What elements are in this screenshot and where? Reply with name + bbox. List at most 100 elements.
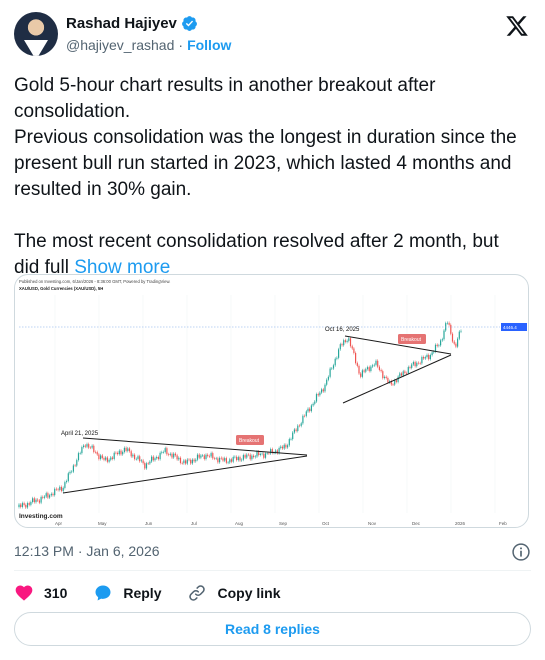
candle-body xyxy=(76,460,78,466)
candle-body xyxy=(270,449,272,454)
candle-body xyxy=(123,447,125,452)
x-tick-label: Aug xyxy=(235,521,244,526)
link-icon xyxy=(189,585,206,601)
candle-body xyxy=(108,459,110,462)
candle-body xyxy=(280,446,282,448)
candle-body xyxy=(249,454,251,460)
action-bar: 310 Reply Copy link xyxy=(14,580,307,606)
candle-body xyxy=(25,504,27,508)
current-price-label: 4446.4 xyxy=(503,325,517,330)
candle-body xyxy=(428,354,430,360)
candle-body xyxy=(370,366,372,371)
reply-icon xyxy=(95,585,111,601)
candle-body xyxy=(409,367,411,368)
candle-body xyxy=(83,445,85,448)
candle-body xyxy=(287,445,289,448)
candle-body xyxy=(334,358,336,366)
divider xyxy=(14,570,531,571)
tweet-timestamp[interactable]: 12:13 PM · Jan 6, 2026 xyxy=(14,543,160,559)
follow-button[interactable]: Follow xyxy=(187,37,231,53)
candle-body xyxy=(324,384,326,392)
candle-body xyxy=(179,457,182,463)
candle-body xyxy=(125,447,127,451)
candle-body xyxy=(317,394,319,396)
candle-body xyxy=(394,380,396,385)
author-handle[interactable]: @hajiyev_rashad xyxy=(66,37,174,53)
candle-body xyxy=(224,458,226,461)
candle-body xyxy=(268,453,270,454)
candle-body xyxy=(37,499,39,501)
candle-body xyxy=(132,454,134,457)
candle-body xyxy=(312,403,314,406)
candle-body xyxy=(355,352,357,364)
candle-body xyxy=(349,338,352,347)
candle-body xyxy=(208,455,210,457)
candle-body xyxy=(43,496,46,498)
x-tick-label: May xyxy=(98,521,107,526)
candle-body xyxy=(331,368,333,370)
candle-body xyxy=(137,456,139,459)
candle-body xyxy=(203,455,205,460)
candle-body xyxy=(411,364,413,368)
candle-body xyxy=(120,450,122,455)
candle-body xyxy=(378,366,380,370)
candle-body xyxy=(236,456,238,461)
candle-body xyxy=(424,357,426,359)
candle-body xyxy=(283,444,285,449)
candle-body xyxy=(247,454,250,456)
reply-button[interactable]: Reply xyxy=(93,583,161,603)
avatar[interactable] xyxy=(14,12,58,56)
candle-body xyxy=(399,373,401,377)
read-replies-button[interactable]: Read 8 replies xyxy=(14,612,531,646)
breakout-label-1: Breakout xyxy=(239,438,260,444)
candle-body xyxy=(256,451,258,457)
candle-body xyxy=(122,451,124,455)
candle-body xyxy=(195,459,197,462)
candle-body xyxy=(297,425,299,431)
candle-body xyxy=(81,447,83,454)
candle-body xyxy=(293,429,295,433)
candle-body xyxy=(59,486,61,490)
candle-body xyxy=(314,401,316,404)
candle-body xyxy=(202,455,204,457)
candle-body xyxy=(159,452,161,460)
candle-body xyxy=(145,463,148,469)
chart-image[interactable]: Published on Investing.com, 6/Jan/2026 -… xyxy=(14,274,529,528)
candle-body xyxy=(128,448,131,452)
candle-body xyxy=(91,445,93,448)
tweet-card: Rashad Hajiyev @hajiyev_rashad · Follow … xyxy=(0,0,545,660)
x-logo-icon[interactable] xyxy=(505,14,529,38)
candle-body xyxy=(455,343,457,347)
candle-body xyxy=(438,345,440,346)
candle-body xyxy=(35,499,37,503)
copy-link-button[interactable]: Copy link xyxy=(187,583,281,603)
candle-body xyxy=(168,454,170,455)
candle-body xyxy=(304,415,306,417)
candle-body xyxy=(234,456,236,458)
candle-body xyxy=(339,344,341,350)
candle-body xyxy=(253,455,255,458)
candle-body xyxy=(346,340,348,342)
candle-body xyxy=(326,379,328,385)
info-icon[interactable] xyxy=(511,542,531,562)
candle-body xyxy=(55,488,57,490)
candle-body xyxy=(383,376,386,379)
candle-body xyxy=(351,346,353,349)
candle-body xyxy=(372,365,374,367)
like-button[interactable]: 310 xyxy=(14,583,67,603)
author-name[interactable]: Rashad Hajiyev xyxy=(66,15,177,32)
candle-body xyxy=(288,439,290,446)
investing-watermark: Investing.com xyxy=(19,513,63,520)
candle-body xyxy=(147,463,149,464)
candle-body xyxy=(105,457,107,460)
reply-label: Reply xyxy=(123,585,162,601)
candle-body xyxy=(161,452,163,453)
candle-body xyxy=(47,493,49,498)
candle-body xyxy=(217,458,219,463)
candle-body xyxy=(246,454,248,458)
candle-body xyxy=(32,498,34,503)
candle-body xyxy=(28,503,30,505)
candle-body xyxy=(448,322,450,325)
candle-body xyxy=(164,448,166,452)
candle-body xyxy=(18,504,20,507)
